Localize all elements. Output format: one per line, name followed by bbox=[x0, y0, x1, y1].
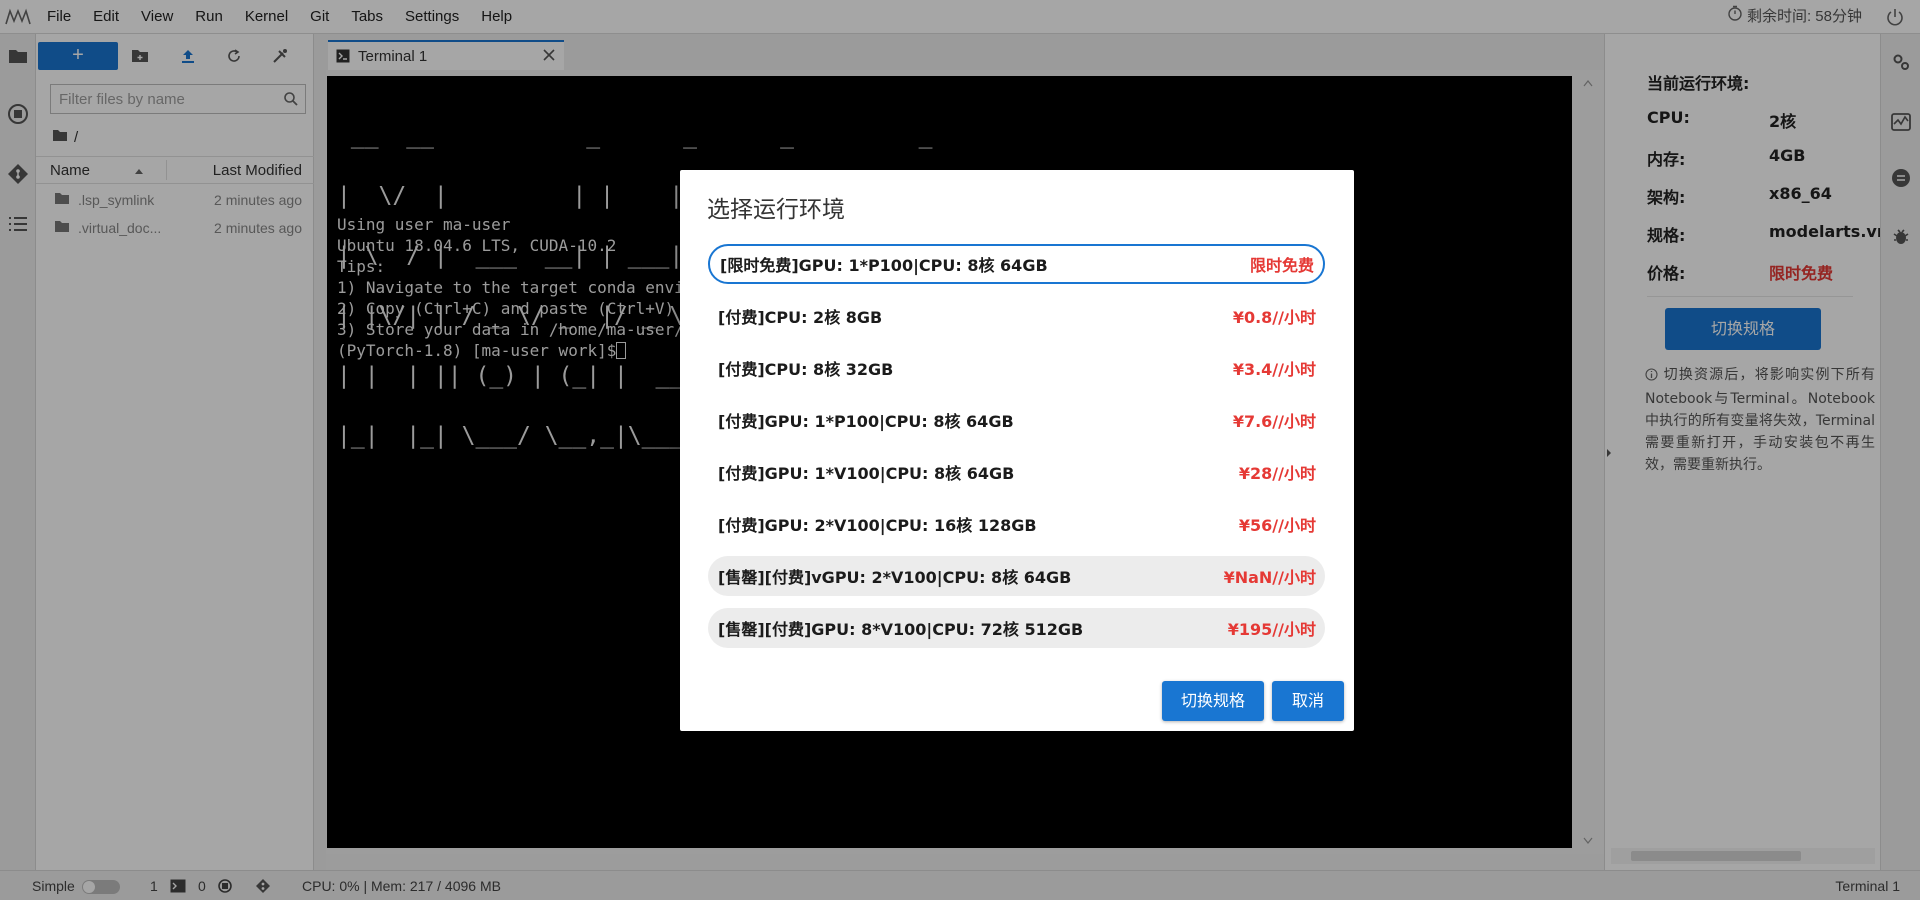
spec-option-price: ¥NaN//小时 bbox=[1223, 568, 1316, 587]
spec-option[interactable]: [付费]GPU: 1*V100|CPU: 8核 64GB ¥28//小时 bbox=[708, 452, 1325, 492]
spec-option-price: ¥0.8//小时 bbox=[1232, 308, 1316, 327]
spec-option-price: ¥7.6//小时 bbox=[1232, 412, 1316, 431]
spec-option-label: [付费]CPU: 2核 8GB bbox=[718, 308, 883, 327]
spec-option-label: [售罄][付费]GPU: 8*V100|CPU: 72核 512GB bbox=[718, 620, 1084, 639]
spec-option-price: ¥56//小时 bbox=[1238, 516, 1316, 535]
cancel-button[interactable]: 取消 bbox=[1272, 681, 1344, 721]
spec-option-price: ¥28//小时 bbox=[1238, 464, 1316, 483]
spec-option-label: [付费]GPU: 1*P100|CPU: 8核 64GB bbox=[718, 412, 1014, 431]
spec-option-label: [付费]GPU: 1*V100|CPU: 8核 64GB bbox=[718, 464, 1015, 483]
spec-option-label: [付费]GPU: 2*V100|CPU: 16核 128GB bbox=[718, 516, 1037, 535]
spec-option-label: [付费]CPU: 8核 32GB bbox=[718, 360, 894, 379]
spec-option-price: ¥3.4//小时 bbox=[1232, 360, 1316, 379]
spec-option[interactable]: [付费]CPU: 2核 8GB ¥0.8//小时 bbox=[708, 296, 1325, 336]
spec-option[interactable]: [付费]GPU: 2*V100|CPU: 16核 128GB ¥56//小时 bbox=[708, 504, 1325, 544]
spec-option[interactable]: [付费]GPU: 1*P100|CPU: 8核 64GB ¥7.6//小时 bbox=[708, 400, 1325, 440]
spec-option[interactable]: [限时免费]GPU: 1*P100|CPU: 8核 64GB 限时免费 bbox=[708, 244, 1325, 284]
spec-option-soldout: [售罄][付费]vGPU: 2*V100|CPU: 8核 64GB ¥NaN//… bbox=[708, 556, 1325, 596]
dialog-title: 选择运行环境 bbox=[707, 197, 845, 223]
spec-option-price: ¥195//小时 bbox=[1227, 620, 1316, 639]
confirm-switch-button[interactable]: 切换规格 bbox=[1162, 681, 1264, 721]
select-runtime-dialog: 选择运行环境 [限时免费]GPU: 1*P100|CPU: 8核 64GB 限时… bbox=[680, 170, 1354, 731]
spec-option[interactable]: [付费]CPU: 8核 32GB ¥3.4//小时 bbox=[708, 348, 1325, 388]
spec-option-label: [售罄][付费]vGPU: 2*V100|CPU: 8核 64GB bbox=[718, 568, 1072, 587]
spec-option-soldout: [售罄][付费]GPU: 8*V100|CPU: 72核 512GB ¥195/… bbox=[708, 608, 1325, 648]
spec-option-price: 限时免费 bbox=[1249, 256, 1314, 275]
spec-option-label: [限时免费]GPU: 1*P100|CPU: 8核 64GB bbox=[720, 256, 1048, 275]
